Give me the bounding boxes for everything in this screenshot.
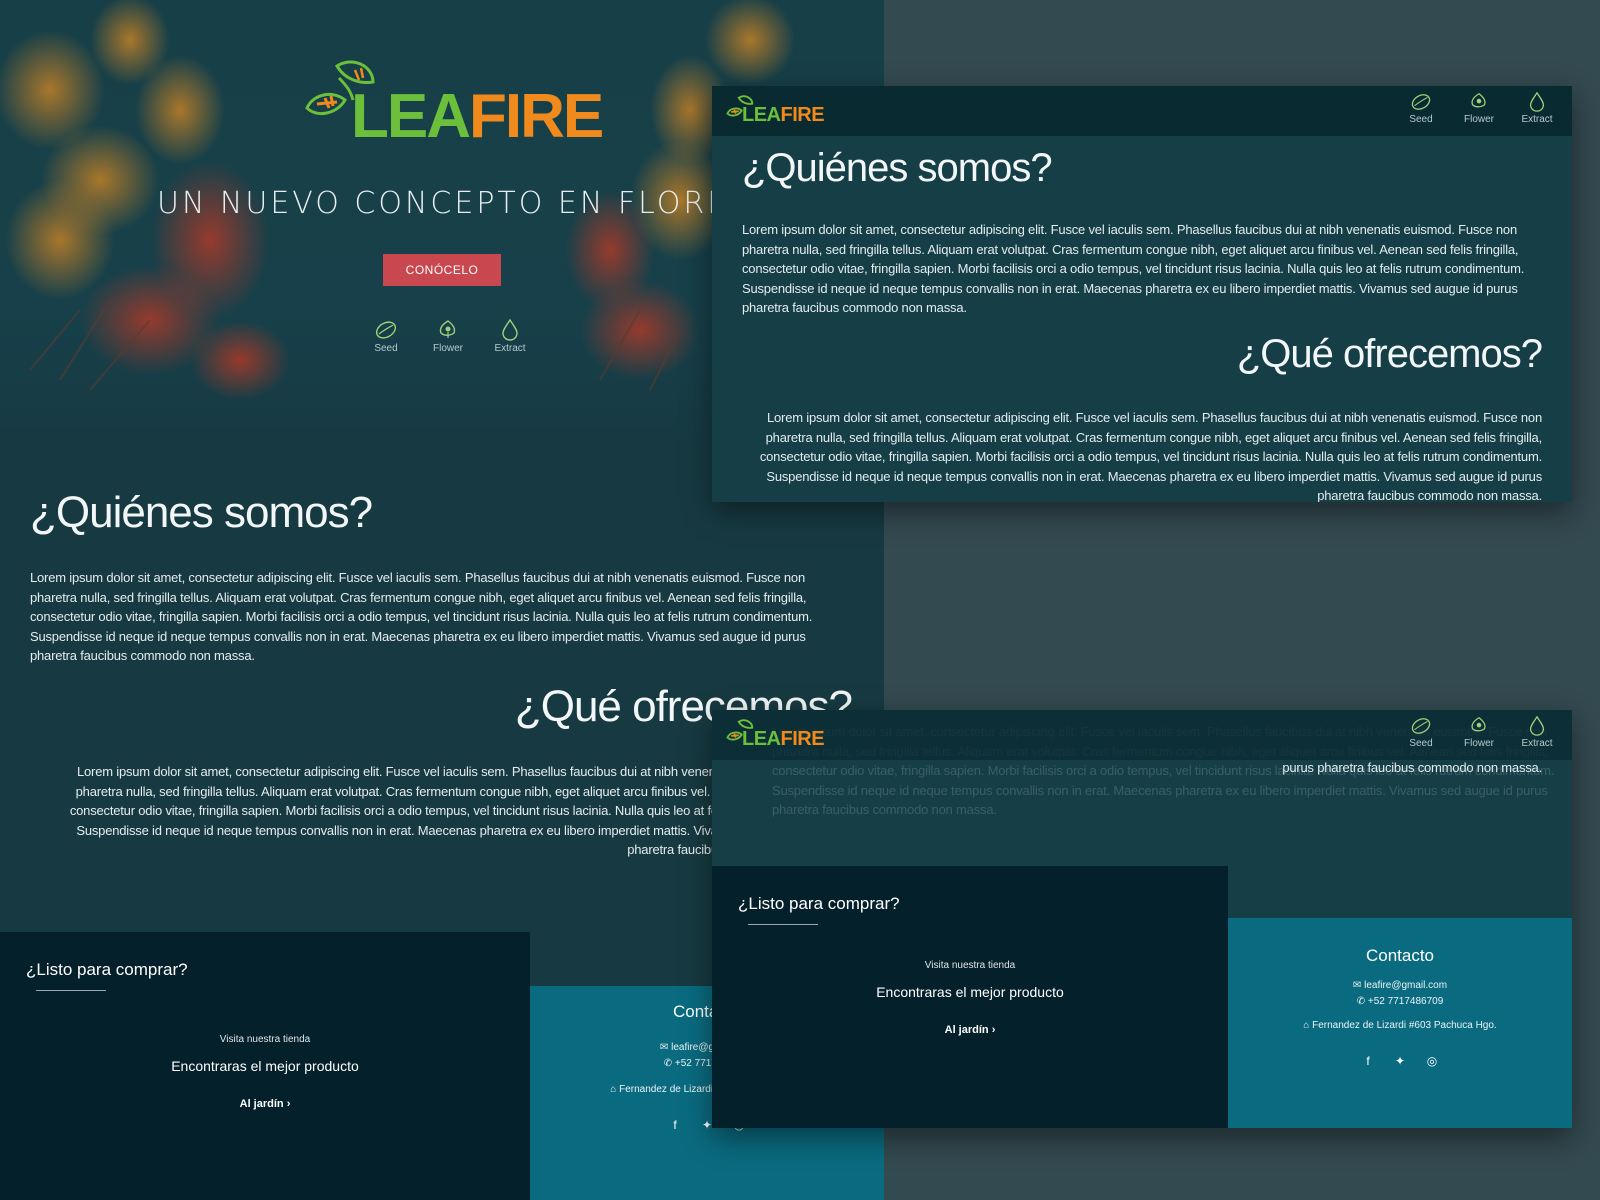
mail-icon: ✉	[1352, 980, 1362, 991]
offer-text-tail: purus pharetra faucibus commodo non mass…	[1282, 760, 1542, 775]
category-seed[interactable]: Seed	[366, 318, 406, 354]
home-icon: ⌂	[1303, 1020, 1310, 1031]
logo-text-lea: LEA	[351, 82, 471, 151]
footer-page-screenshot: Lorem ipsum dolor sit amet, consectetur …	[712, 710, 1572, 1128]
al-jardin-label: Al jardín	[944, 1024, 989, 1036]
contact-address: ⌂ Fernandez de Lizardi #603 Pachuca Hgo.	[1228, 1020, 1572, 1031]
nav-extract-label: Extract	[1521, 738, 1553, 749]
seed-icon	[1411, 94, 1431, 110]
nav-extract[interactable]: Extract	[1516, 91, 1558, 125]
category-flower-label: Flower	[432, 343, 463, 354]
nav-flower[interactable]: Flower	[1458, 91, 1500, 125]
flower-icon	[1471, 92, 1486, 108]
contact-phone[interactable]: ✆ +52 7717486709	[1228, 996, 1572, 1007]
social-links: f ✦ ◎	[1228, 1054, 1572, 1068]
navbar: LEAFIRE Seed Flower Extract	[712, 86, 1572, 136]
navbar-categories: Seed Flower Extract	[1400, 91, 1558, 125]
nav-flower[interactable]: Flower	[1458, 715, 1500, 749]
facebook-icon[interactable]: f	[669, 1118, 681, 1132]
contact-email-text: leafire@gmail.com	[1364, 980, 1448, 991]
contact-phone-text: +52 7717486709	[1367, 996, 1444, 1007]
buy-divider	[36, 990, 106, 991]
navbar: LEAFIRE Seed Flower Extract	[712, 710, 1572, 760]
facebook-icon[interactable]: f	[1362, 1054, 1374, 1068]
nav-extract-label: Extract	[1521, 114, 1553, 125]
nav-seed-label: Seed	[1409, 738, 1433, 749]
logo-text-fire: FIRE	[780, 728, 825, 750]
logo-text-lea: LEA	[742, 104, 781, 126]
category-flower[interactable]: Flower	[428, 318, 468, 354]
category-extract[interactable]: Extract	[490, 318, 530, 354]
al-jardin-link[interactable]: Al jardín ›	[712, 1024, 1228, 1036]
navbar-logo[interactable]: LEAFIRE	[726, 94, 826, 128]
flower-icon	[1471, 716, 1486, 732]
buy-headline: Encontraras el mejor producto	[876, 984, 1064, 1000]
phone-icon: ✆	[663, 1058, 673, 1069]
logo-text-fire: FIRE	[469, 82, 604, 151]
nav-seed[interactable]: Seed	[1400, 715, 1442, 749]
scrolled-page-screenshot: LEAFIRE Seed Flower Extract ¿Quiénes som…	[712, 86, 1572, 502]
buy-subtitle: Visita nuestra tienda	[219, 1034, 311, 1045]
conocelo-button[interactable]: CONÓCELO	[383, 254, 501, 286]
logo-text-lea: LEA	[742, 728, 781, 750]
offer-text: Lorem ipsum dolor sit amet, consectetur …	[759, 410, 1542, 502]
contact-email[interactable]: ✉ leafire@gmail.com	[1228, 980, 1572, 991]
nav-seed-label: Seed	[1409, 114, 1433, 125]
about-text: Lorem ipsum dolor sit amet, consectetur …	[30, 570, 813, 663]
home-icon: ⌂	[610, 1084, 617, 1095]
nav-extract[interactable]: Extract	[1516, 715, 1558, 749]
about-title: ¿Quiénes somos?	[742, 146, 1053, 190]
seed-icon	[375, 321, 397, 339]
category-icons: Seed Flower Extract	[366, 318, 530, 354]
nav-flower-label: Flower	[1463, 738, 1494, 749]
hero-tagline: UN NUEVO CONCEPTO EN FLORES	[157, 186, 752, 221]
buy-headline: Encontraras el mejor producto	[171, 1058, 359, 1074]
buy-section: ¿Listo para comprar? Visita nuestra tien…	[0, 932, 530, 1200]
logo-text-fire: FIRE	[780, 104, 825, 126]
contact-section: Contacto ✉ leafire@gmail.com ✆ +52 77174…	[1228, 918, 1572, 1128]
twitter-icon[interactable]: ✦	[1394, 1054, 1406, 1068]
seed-icon	[1411, 718, 1431, 734]
contact-title: Contacto	[1365, 946, 1435, 965]
buy-title: ¿Listo para comprar?	[738, 894, 900, 913]
al-jardin-label: Al jardín	[239, 1098, 284, 1110]
category-extract-label: Extract	[494, 343, 526, 354]
mail-icon: ✉	[659, 1042, 669, 1053]
contact-address-text: Fernandez de Lizardi #603 Pachuca Hgo.	[1312, 1020, 1497, 1031]
about-text: Lorem ipsum dolor sit amet, consectetur …	[742, 222, 1525, 315]
extract-icon	[1529, 91, 1545, 112]
offer-title: ¿Qué ofrecemos?	[1236, 332, 1543, 376]
buy-section: ¿Listo para comprar? Visita nuestra tien…	[712, 866, 1228, 1128]
flower-icon	[439, 320, 456, 338]
extract-icon	[502, 318, 518, 341]
extract-icon	[1529, 715, 1545, 736]
nav-flower-label: Flower	[1463, 114, 1494, 125]
navbar-categories: Seed Flower Extract	[1400, 715, 1558, 749]
nav-seed[interactable]: Seed	[1400, 91, 1442, 125]
instagram-icon[interactable]: ◎	[1426, 1054, 1438, 1068]
leafire-logo[interactable]: LEAFIRE	[303, 56, 604, 156]
al-jardin-link[interactable]: Al jardín ›	[0, 1098, 530, 1110]
navbar-logo[interactable]: LEAFIRE	[726, 718, 826, 752]
about-title: ¿Quiénes somos?	[30, 488, 373, 537]
category-seed-label: Seed	[374, 343, 398, 354]
buy-subtitle: Visita nuestra tienda	[924, 960, 1016, 971]
phone-icon: ✆	[1356, 996, 1366, 1007]
buy-divider	[748, 924, 818, 925]
buy-title: ¿Listo para comprar?	[26, 960, 188, 979]
